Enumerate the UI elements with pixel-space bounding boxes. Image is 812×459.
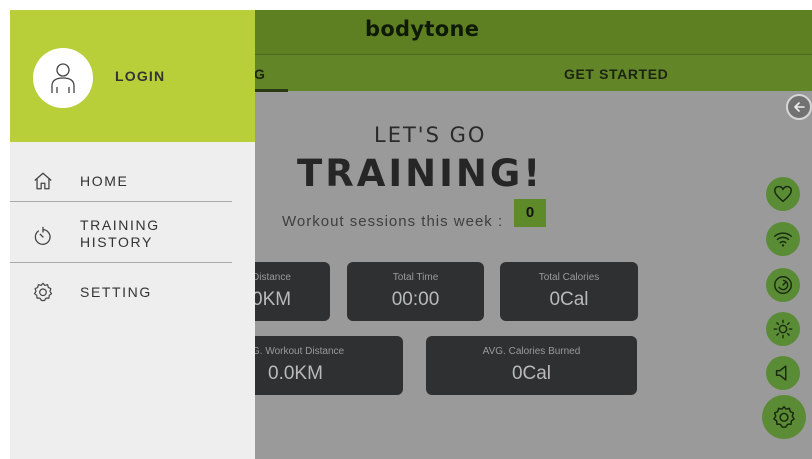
- back-button[interactable]: [786, 94, 812, 120]
- heart-icon: [774, 185, 792, 203]
- app-window: bodytone G GET STARTED LET'S GO TRAINING…: [10, 10, 812, 459]
- speed-button[interactable]: [766, 268, 800, 302]
- training-title: TRAINING!: [297, 152, 544, 195]
- sessions-count-badge: 0: [514, 199, 546, 227]
- stat-label: Total Time: [392, 272, 439, 283]
- menu-label: TRAINING HISTORY: [80, 217, 160, 250]
- wifi-button[interactable]: [766, 222, 800, 256]
- avatar[interactable]: [33, 48, 93, 108]
- brightness-button[interactable]: [766, 312, 800, 346]
- menu-divider: [10, 201, 232, 202]
- menu-item-training-history[interactable]: TRAINING HISTORY: [10, 214, 255, 264]
- lets-go-heading: LET'S GO: [374, 123, 487, 147]
- settings-button[interactable]: [762, 395, 806, 439]
- stat-label: AVG. Calories Burned: [482, 346, 581, 357]
- stat-label: Total Calories: [538, 272, 600, 283]
- wifi-icon: [774, 232, 792, 247]
- sessions-label: Workout sessions this week :: [282, 213, 504, 230]
- stat-value: 0Cal: [511, 363, 552, 384]
- brand-logo: bodytone: [365, 17, 480, 41]
- history-icon: [34, 226, 51, 245]
- sound-button[interactable]: [766, 356, 800, 390]
- side-drawer: LOGIN HOME TRAINING HISTORY SETTING: [10, 10, 255, 459]
- tab-get-started[interactable]: GET STARTED: [564, 55, 668, 92]
- tab-training[interactable]: G: [254, 55, 284, 92]
- drawer-header: LOGIN: [10, 10, 255, 142]
- login-link[interactable]: LOGIN: [115, 68, 165, 84]
- menu-label: HOME: [80, 173, 129, 189]
- stat-value: 0Cal: [549, 289, 589, 310]
- user-icon: [51, 63, 75, 93]
- menu-item-setting[interactable]: SETTING: [10, 278, 255, 318]
- stat-card-total-time: Total Time 00:00: [347, 262, 484, 321]
- menu-label: SETTING: [80, 284, 152, 300]
- arrow-left-icon: [794, 102, 805, 112]
- stat-label: G. Workout Distance: [252, 346, 345, 357]
- stat-card-avg-distance: G. Workout Distance 0.0KM: [230, 336, 403, 395]
- speed-icon: [774, 276, 792, 294]
- stat-card-total-calories: Total Calories 0Cal: [500, 262, 638, 321]
- menu-divider: [10, 262, 232, 263]
- menu-item-home[interactable]: HOME: [10, 160, 255, 200]
- sound-icon: [775, 365, 787, 381]
- home-icon: [34, 172, 52, 190]
- gear-icon: [773, 405, 795, 428]
- gear-icon: [33, 282, 53, 302]
- stat-card-avg-calories: AVG. Calories Burned 0Cal: [426, 336, 637, 395]
- brightness-icon: [773, 319, 793, 339]
- stat-value: 0.0KM: [268, 363, 323, 384]
- tab-active-indicator: [254, 89, 288, 92]
- stat-value: 00:00: [391, 289, 440, 310]
- heart-button[interactable]: [766, 177, 800, 211]
